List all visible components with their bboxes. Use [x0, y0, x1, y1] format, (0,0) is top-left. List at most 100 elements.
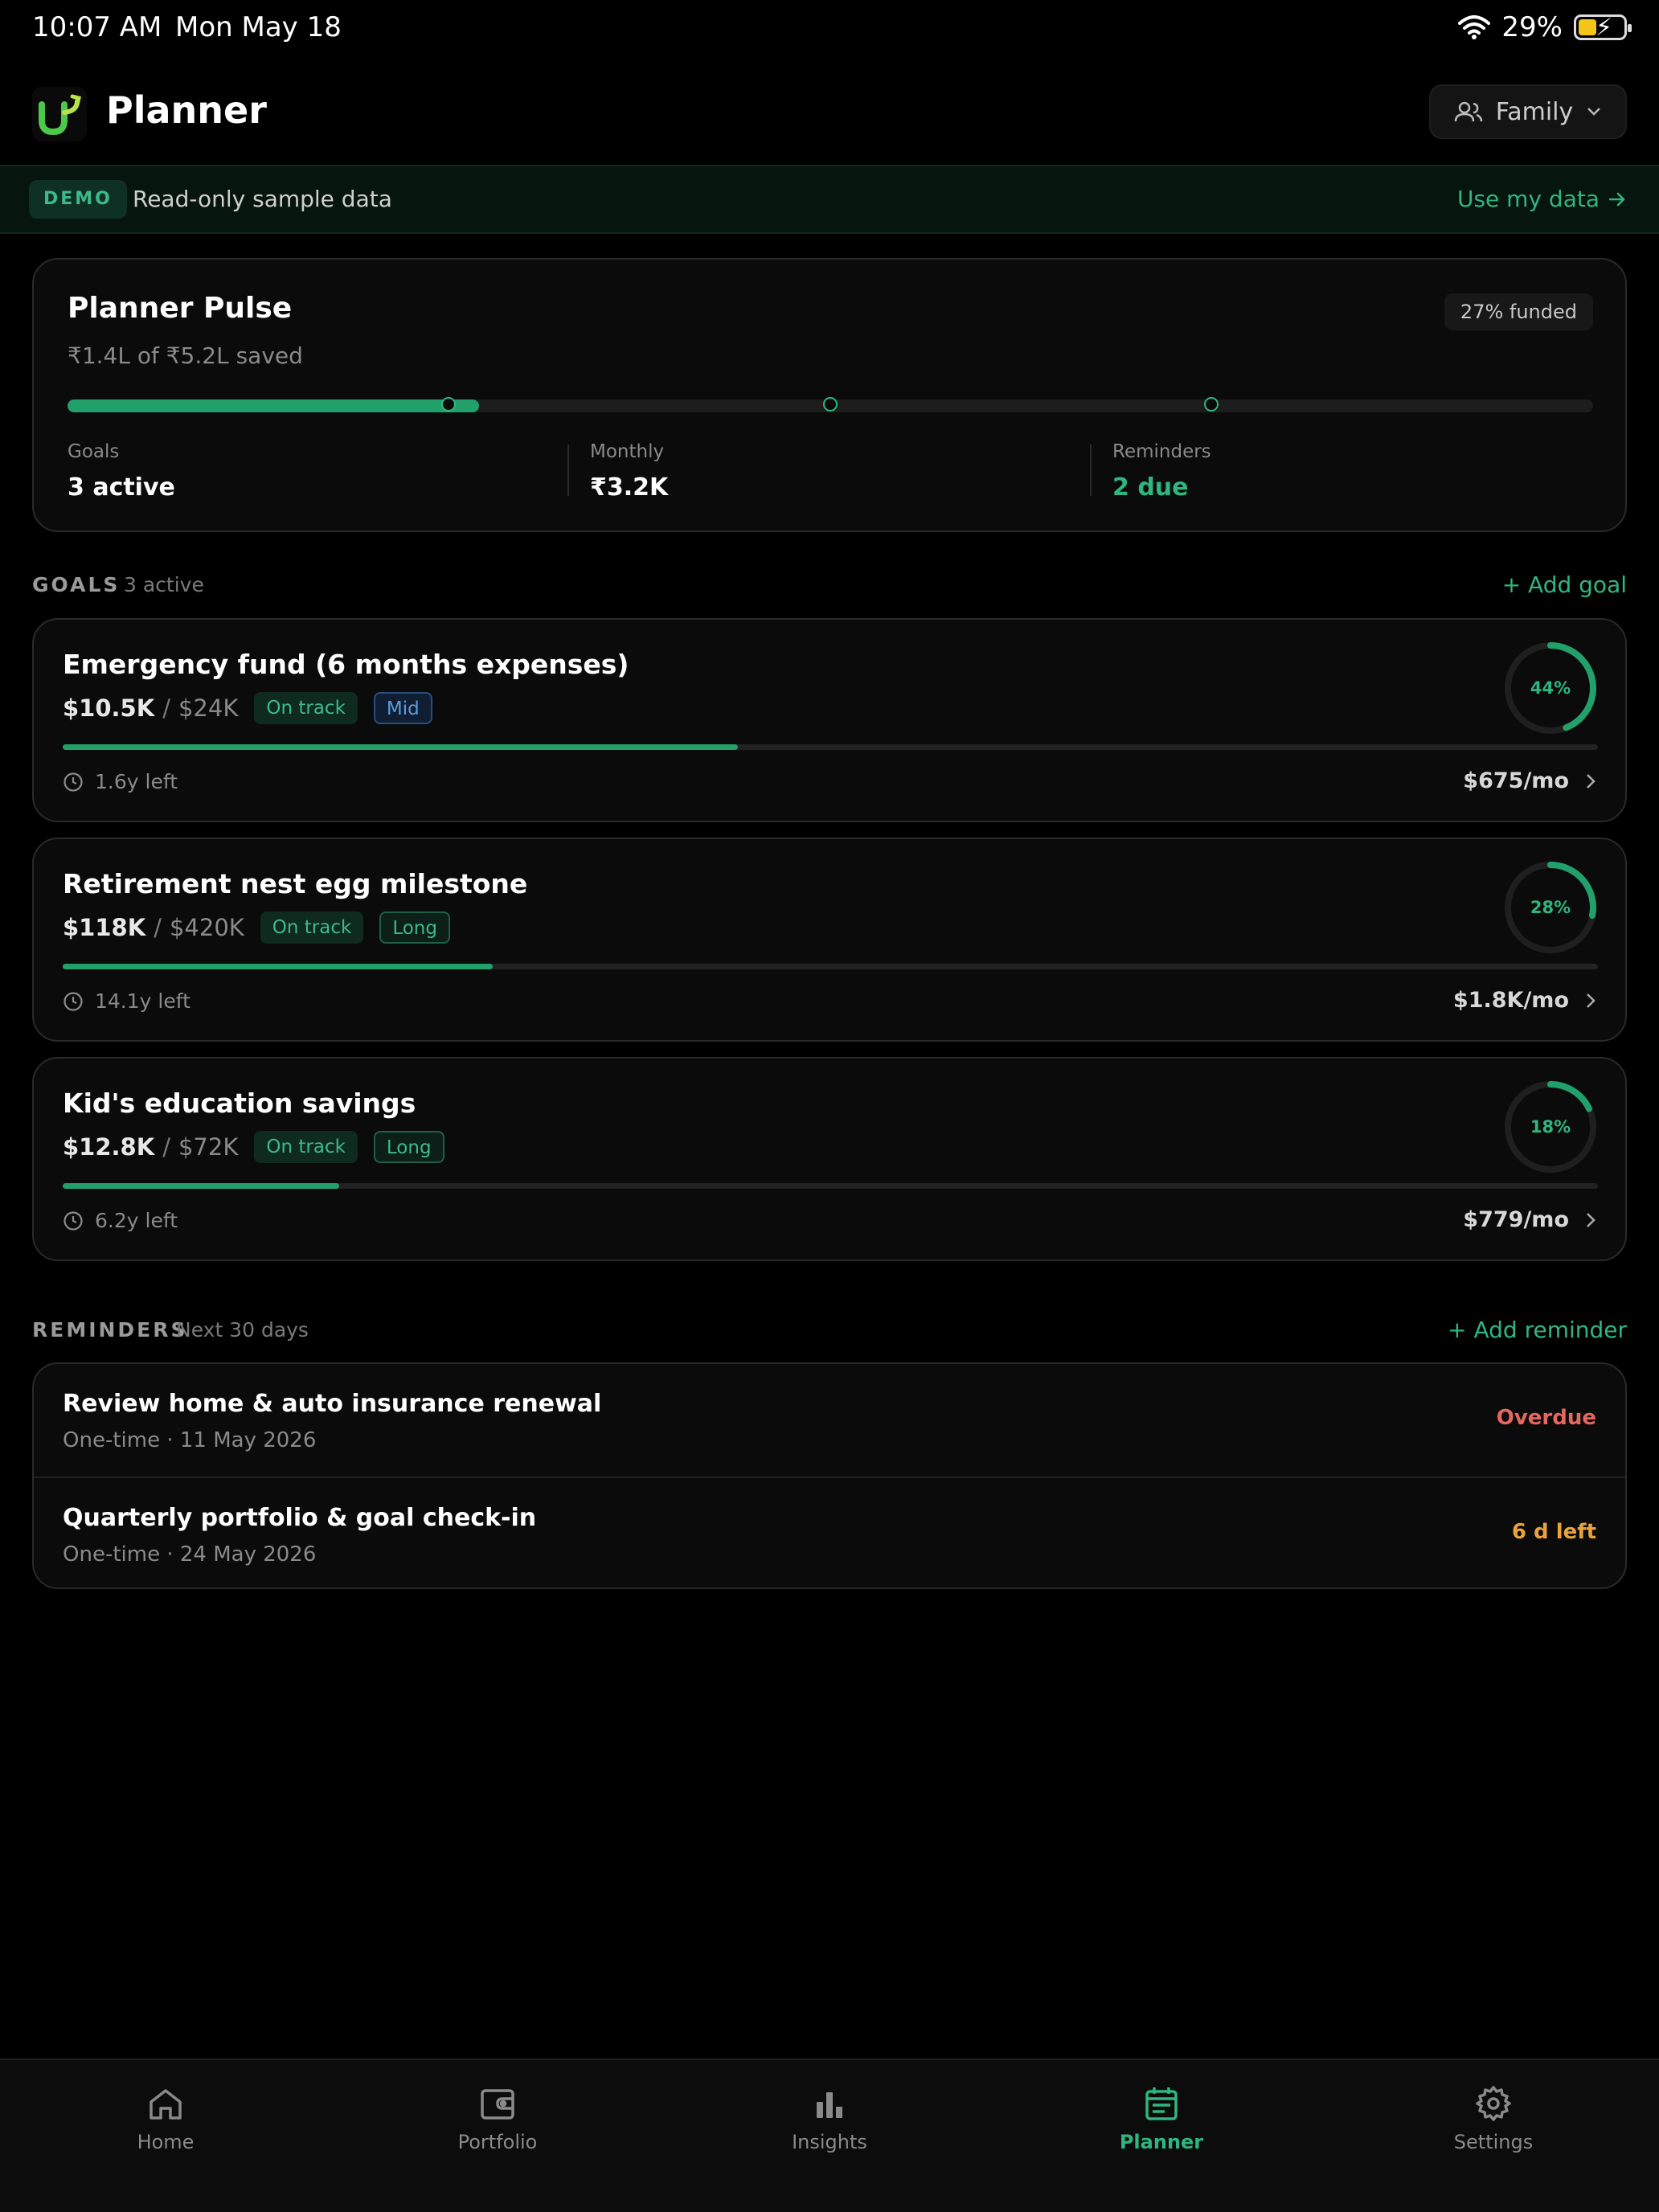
goal-monthly-text: $1.8K/mo	[1452, 988, 1569, 1013]
chevron-right-icon	[1587, 993, 1596, 1008]
stat-value: 2 due	[1112, 473, 1189, 502]
pulse-subtitle: ₹1.4L of ₹5.2L saved	[68, 342, 303, 369]
goal-progress-track	[63, 744, 1598, 750]
battery-percent: 29%	[1501, 11, 1563, 43]
goal-monthly: $1.8K/mo	[1453, 988, 1596, 1013]
chevron-right-icon	[1587, 1212, 1596, 1227]
nav-label: Planner	[1119, 2131, 1204, 2153]
stat-value: 3 active	[68, 473, 175, 502]
goal-card[interactable]: Kid's education savings $12.8K / $72K On…	[32, 1057, 1627, 1261]
use-my-data-label: Use my data	[1456, 186, 1600, 212]
reminders-card: Review home & auto insurance renewal One…	[32, 1362, 1627, 1589]
goal-time-left-text: 6.2y left	[95, 1209, 178, 1232]
goal-card[interactable]: Retirement nest egg milestone $118K / $4…	[32, 838, 1627, 1042]
clock-icon	[63, 991, 83, 1011]
pulse-progress-fill	[68, 399, 480, 412]
status-badge: On track	[254, 1131, 358, 1163]
use-my-data-link[interactable]: Use my data	[1457, 186, 1627, 212]
goal-percent: 28%	[1530, 898, 1571, 917]
wallet-icon	[481, 2089, 514, 2120]
goal-progress-fill	[63, 964, 493, 969]
section-subtitle: Next 30 days	[176, 1318, 309, 1342]
stat-label: Monthly	[590, 441, 665, 462]
nav-home[interactable]: Home	[45, 2084, 286, 2153]
home-icon	[150, 2089, 182, 2120]
reminder-row[interactable]: Review home & auto insurance renewal One…	[34, 1364, 1625, 1477]
goal-time-left: 6.2y left	[63, 1209, 178, 1232]
goal-monthly-text: $779/mo	[1463, 1207, 1569, 1232]
horizon-badge: Long	[379, 911, 450, 944]
nav-insights[interactable]: Insights	[709, 2084, 950, 2153]
goal-separator: /	[162, 694, 170, 722]
chevron-right-icon	[1587, 773, 1596, 789]
goal-monthly: $675/mo	[1463, 768, 1596, 793]
nav-label: Settings	[1453, 2131, 1534, 2153]
goal-saved: $10.5K	[63, 694, 155, 722]
nav-portfolio[interactable]: Portfolio	[377, 2084, 618, 2153]
wifi-icon	[1458, 15, 1491, 39]
goal-time-left: 14.1y left	[63, 989, 190, 1013]
stat-value: ₹3.2K	[590, 473, 669, 502]
reminder-title: Review home & auto insurance renewal	[63, 1390, 602, 1418]
goal-time-left-text: 1.6y left	[95, 770, 178, 793]
nav-label: Portfolio	[457, 2131, 538, 2153]
horizon-badge: Long	[373, 1131, 444, 1163]
nav-planner[interactable]: Planner	[1041, 2084, 1282, 2153]
reminder-row[interactable]: Quarterly portfolio & goal check-in One-…	[34, 1477, 1625, 1589]
goals-section-header: GOALS 3 active + Add goal	[32, 571, 1627, 605]
goal-monthly-text: $675/mo	[1463, 768, 1569, 793]
goal-amounts: $118K / $420K On track Long	[63, 911, 450, 944]
goal-separator: /	[154, 914, 162, 941]
planner-pulse-card: Planner Pulse ₹1.4L of ₹5.2L saved 27% f…	[32, 258, 1627, 532]
goal-time-left-text: 14.1y left	[95, 989, 190, 1013]
goal-monthly: $779/mo	[1463, 1207, 1596, 1232]
bottom-nav: Home Portfolio Insights Planner Settings	[0, 2058, 1659, 2212]
goal-percent: 44%	[1530, 678, 1571, 698]
status-date: Mon May 18	[175, 11, 342, 43]
section-title: REMINDERS	[32, 1318, 188, 1342]
stat-divider	[567, 444, 569, 496]
goal-target: $72K	[178, 1133, 239, 1161]
reminders-section-header: REMINDERS Next 30 days + Add reminder	[32, 1317, 1627, 1350]
app-header: Planner Family	[0, 80, 1659, 161]
bar-chart-icon	[817, 2092, 842, 2118]
goal-amounts: $10.5K / $24K On track Mid	[63, 692, 432, 724]
clock-icon	[63, 772, 83, 792]
pulse-milestone-dot	[441, 397, 456, 412]
goal-separator: /	[162, 1133, 170, 1161]
arrow-right-icon	[1608, 192, 1625, 206]
add-goal-button[interactable]: + Add goal	[1502, 571, 1627, 598]
funded-badge: 27% funded	[1444, 293, 1593, 330]
goal-amounts: $12.8K / $72K On track Long	[63, 1131, 444, 1163]
add-reminder-button[interactable]: + Add reminder	[1448, 1317, 1627, 1343]
stat-goals: Goals 3 active	[68, 441, 550, 502]
calendar-icon	[1145, 2087, 1178, 2120]
goal-card[interactable]: Emergency fund (6 months expenses) $10.5…	[32, 618, 1627, 822]
goal-percent: 18%	[1530, 1117, 1571, 1137]
goal-title: Kid's education savings	[63, 1088, 416, 1119]
status-bar: 10:07 AM Mon May 18 29% ⚡	[0, 0, 1659, 61]
goal-target: $24K	[178, 694, 239, 722]
goal-progress-track	[63, 964, 1598, 969]
stat-reminders: Reminders 2 due	[1112, 441, 1595, 502]
chevron-down-icon	[1587, 108, 1601, 116]
nav-label: Insights	[792, 2131, 867, 2153]
pulse-title: Planner Pulse	[68, 292, 293, 325]
goal-time-left: 1.6y left	[63, 770, 178, 793]
pulse-progress-track	[68, 397, 1593, 412]
nav-label: Home	[137, 2131, 195, 2153]
nav-settings[interactable]: Settings	[1373, 2084, 1614, 2153]
app-logo-icon	[32, 87, 87, 141]
stat-divider	[1090, 444, 1092, 496]
profile-switcher-button[interactable]: Family	[1429, 84, 1627, 139]
goal-progress-track	[63, 1183, 1598, 1189]
goal-target: $420K	[169, 914, 244, 941]
goal-saved: $118K	[63, 914, 146, 941]
goal-progress-fill	[63, 744, 739, 750]
reminder-title: Quarterly portfolio & goal check-in	[63, 1504, 537, 1532]
stat-label: Goals	[68, 441, 120, 462]
status-badge: On track	[254, 692, 358, 724]
section-subtitle: 3 active	[124, 573, 204, 596]
goal-title: Retirement nest egg milestone	[63, 868, 528, 899]
demo-badge: DEMO	[29, 180, 127, 219]
